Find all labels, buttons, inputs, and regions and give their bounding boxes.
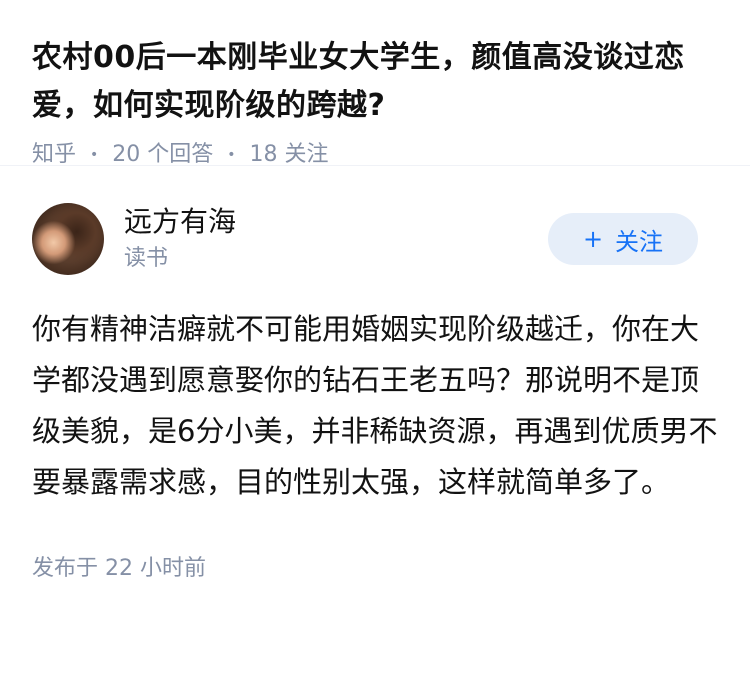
- answer-card: 远方有海 读书 + 关注 你有精神洁癖就不可能用婚姻实现阶级越迁，你在大学都没遇…: [0, 166, 750, 584]
- author-row: 远方有海 读书 + 关注: [32, 202, 718, 276]
- plus-icon: +: [582, 225, 604, 253]
- follow-button[interactable]: + 关注: [548, 213, 698, 265]
- author-tag: 读书: [124, 246, 169, 271]
- followers-count[interactable]: 18 关注: [250, 140, 329, 170]
- question-title[interactable]: 农村00后一本刚毕业女大学生，颜值高没谈过恋爱，如何实现阶级的跨越?: [32, 34, 718, 130]
- publish-time: 发布于 22 小时前: [32, 556, 206, 581]
- answer-content[interactable]: 你有精神洁癖就不可能用婚姻实现阶级越迁，你在大学都没遇到愿意娶你的钻石王老五吗？…: [32, 304, 720, 508]
- follow-label: 关注: [615, 227, 664, 256]
- author-info: 远方有海 读书: [124, 204, 548, 274]
- avatar[interactable]: [32, 203, 104, 275]
- answers-count[interactable]: 20 个回答: [112, 140, 213, 170]
- separator-dot: •: [90, 147, 99, 163]
- separator-dot: •: [227, 147, 236, 163]
- question-header: 农村00后一本刚毕业女大学生，颜值高没谈过恋爱，如何实现阶级的跨越? 知乎 • …: [0, 0, 750, 167]
- author-name[interactable]: 远方有海: [124, 204, 548, 240]
- source-label[interactable]: 知乎: [32, 140, 76, 170]
